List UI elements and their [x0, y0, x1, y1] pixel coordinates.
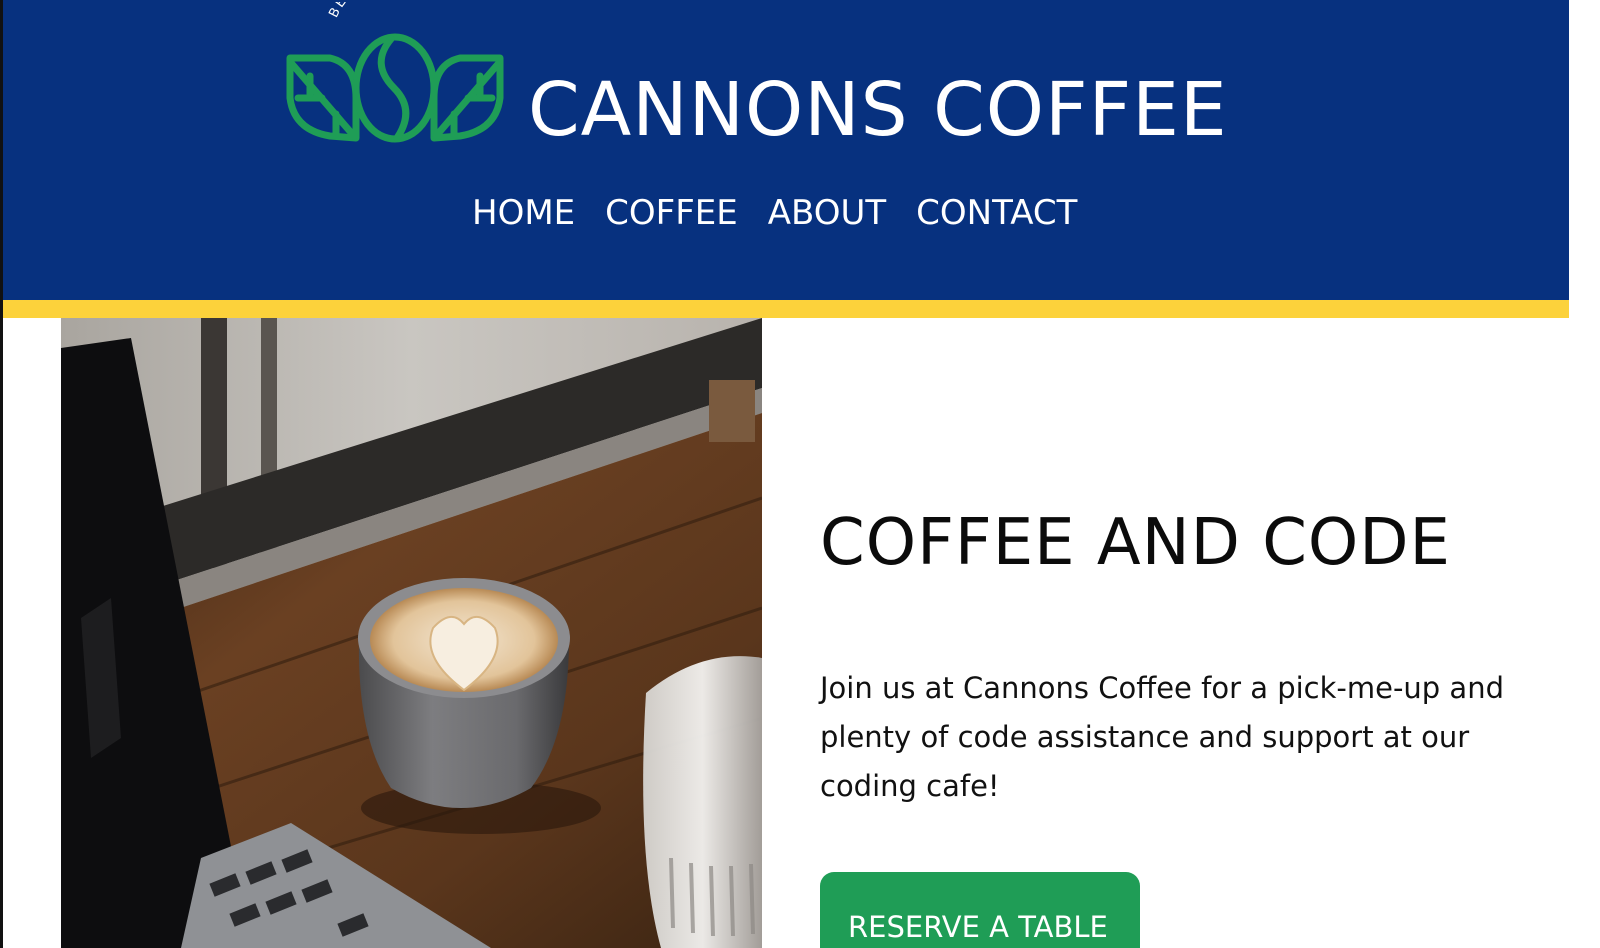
- main-nav: HOME COFFEE ABOUT CONTACT: [472, 188, 1077, 238]
- nav-link-contact[interactable]: CONTACT: [916, 188, 1077, 238]
- brand-title: CANNONS COFFEE: [528, 67, 1228, 153]
- window-edge-right: [1569, 0, 1600, 948]
- logo-ring-text: BEANS OF JOY: [326, 2, 443, 20]
- nav-link-coffee[interactable]: COFFEE: [605, 188, 738, 238]
- beans-of-joy-logo: BEANS OF JOY: [286, 2, 504, 143]
- hero-description: Join us at Cannons Coffee for a pick-me-…: [820, 671, 1504, 803]
- header-accent-stripe: [3, 300, 1569, 318]
- site-header: BEANS OF JOY: [3, 0, 1569, 300]
- hero-heading: COFFEE AND CODE: [820, 506, 1451, 580]
- page: BEANS OF JOY: [0, 0, 1600, 948]
- logo-link[interactable]: BEANS OF JOY: [284, 2, 506, 146]
- window-edge: [0, 0, 3, 948]
- hero-image: [61, 318, 762, 948]
- reserve-table-button[interactable]: RESERVE A TABLE: [820, 872, 1140, 948]
- nav-link-about[interactable]: ABOUT: [768, 188, 886, 238]
- nav-link-home[interactable]: HOME: [472, 188, 575, 238]
